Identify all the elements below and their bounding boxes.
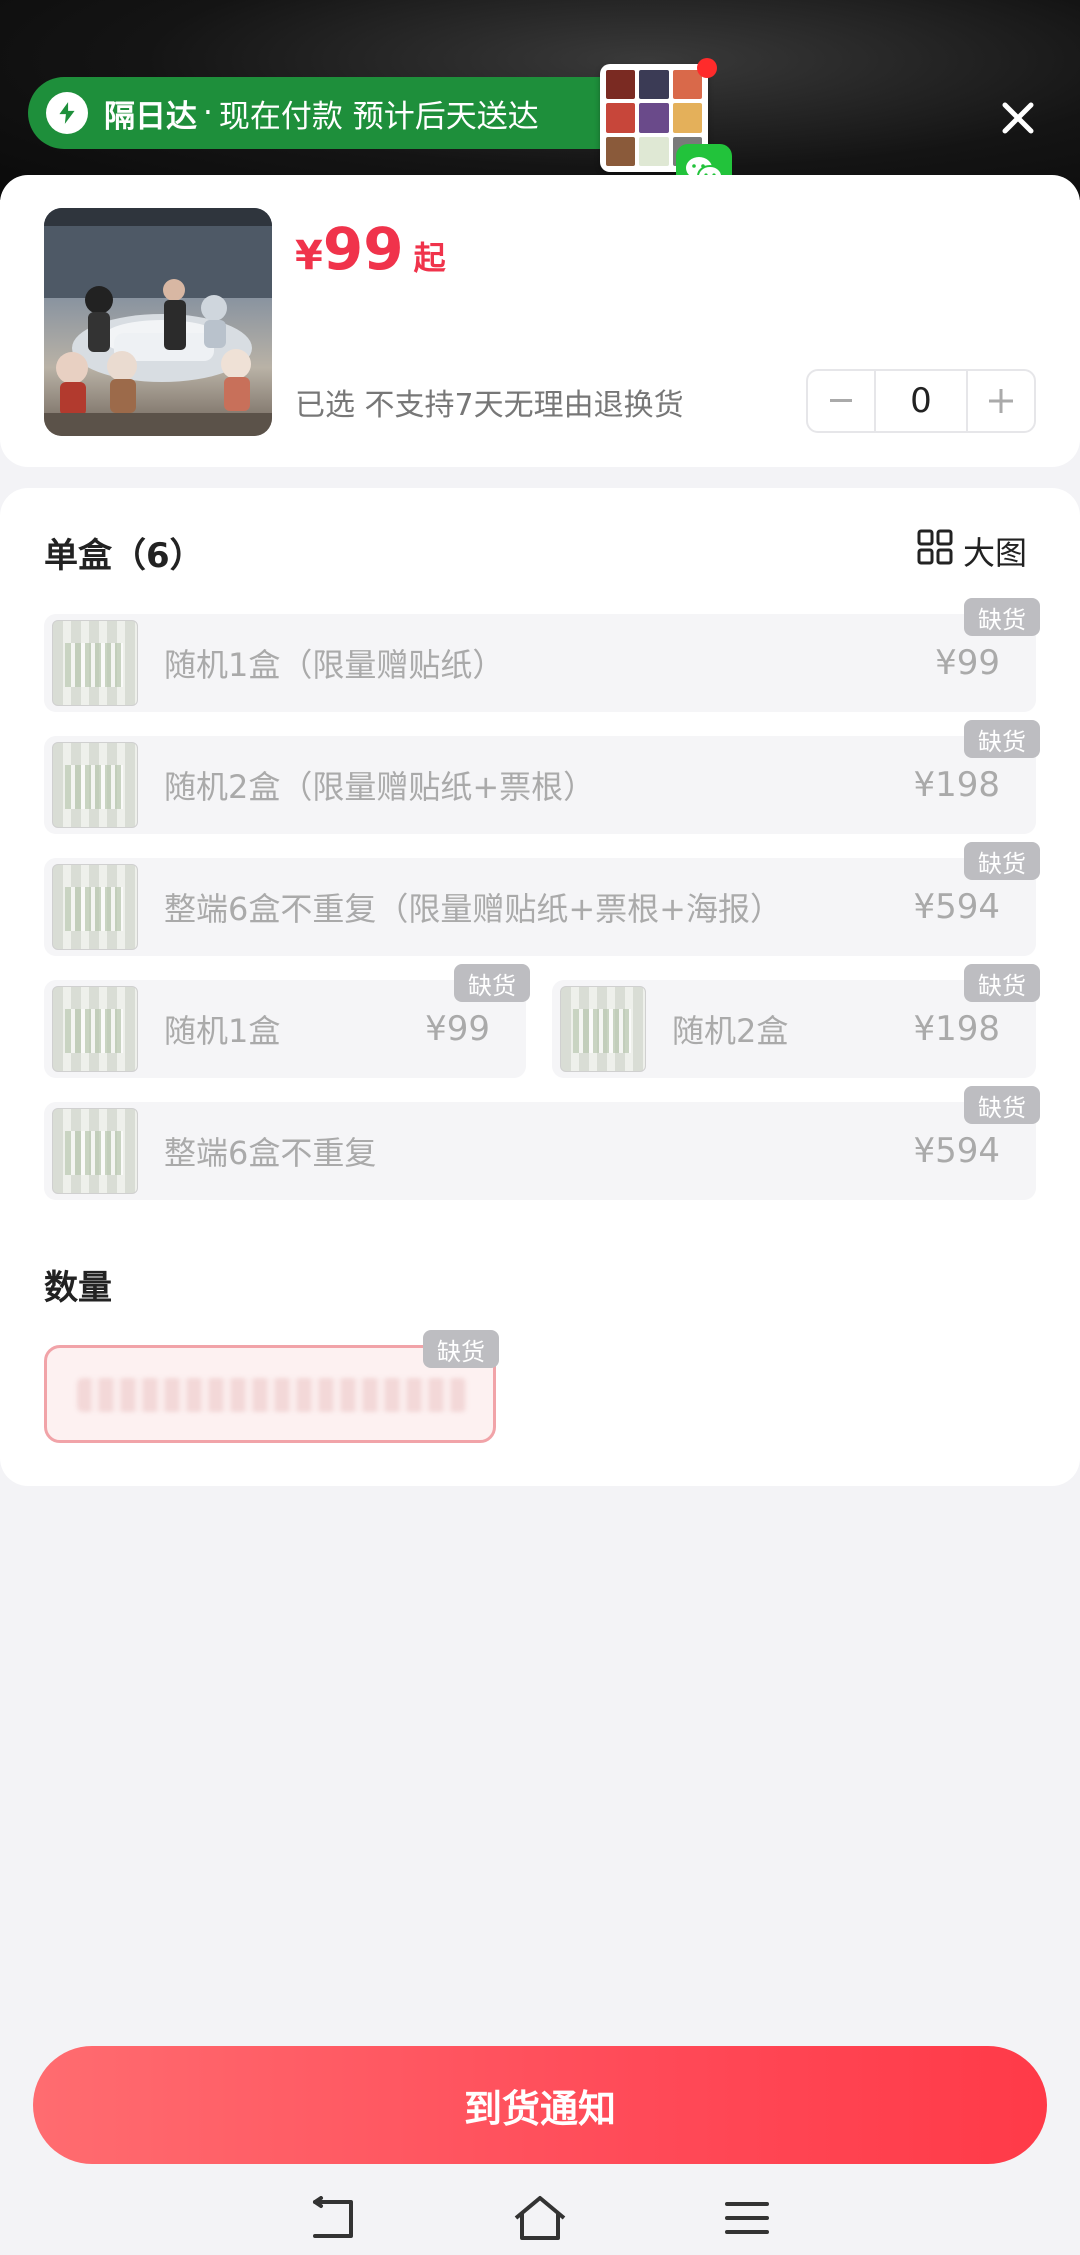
price-suffix: 起: [413, 239, 446, 277]
selected-summary: 已选 不支持7天无理由退换货: [295, 388, 684, 423]
delivery-banner: 隔日达 · 现在付款 预计后天送达: [28, 77, 668, 149]
quantity-stepper: 0: [806, 369, 1036, 433]
option-price: ¥198: [913, 1009, 1000, 1049]
out-of-stock-badge: 缺货: [423, 1330, 499, 1368]
notification-dot: [697, 58, 717, 78]
menu-icon[interactable]: [717, 2188, 777, 2248]
option-thumbnail: [52, 986, 138, 1072]
product-image[interactable]: [44, 208, 272, 436]
big-view-button[interactable]: 大图: [917, 528, 1027, 574]
product-card: ¥ 99 起 已选 不支持7天无理由退换货 0: [0, 175, 1080, 467]
option-price: ¥99: [425, 1009, 490, 1049]
option-thumbnail: [52, 1108, 138, 1194]
option-thumbnail: [52, 864, 138, 950]
option-thumbnail: [52, 742, 138, 828]
out-of-stock-badge: 缺货: [964, 842, 1040, 880]
bolt-icon: [46, 92, 88, 134]
out-of-stock-badge: 缺货: [964, 1086, 1040, 1124]
back-icon[interactable]: [303, 2188, 363, 2248]
option-label: 随机1盒（限量赠贴纸）: [164, 646, 505, 684]
option-thumbnail: [52, 620, 138, 706]
minus-icon[interactable]: [808, 371, 874, 431]
product-price: ¥ 99 起: [295, 215, 446, 283]
plus-icon[interactable]: [968, 371, 1034, 431]
quantity-value[interactable]: 0: [874, 371, 968, 431]
delivery-text: 现在付款 预计后天送达: [218, 98, 539, 135]
option-thumbnail: [560, 986, 646, 1072]
quantity-option[interactable]: 缺货: [44, 1330, 499, 1443]
system-navbar: [0, 2180, 1080, 2255]
out-of-stock-badge: 缺货: [964, 598, 1040, 636]
blurred-option-text: [77, 1378, 467, 1412]
delivery-brand: 隔日达: [104, 98, 197, 135]
option-item[interactable]: 随机1盒（限量赠贴纸） ¥99 缺货: [44, 598, 1040, 712]
out-of-stock-badge: 缺货: [964, 964, 1040, 1002]
options-card: 单盒（6） 大图 随机1盒（限量赠贴纸） ¥99 缺货 随机2盒（限量赠贴纸+票…: [0, 488, 1080, 1486]
option-price: ¥99: [935, 643, 1000, 683]
option-label: 随机2盒: [672, 1012, 789, 1050]
option-item[interactable]: 整端6盒不重复（限量赠贴纸+票根+海报） ¥594 缺货: [44, 842, 1040, 956]
option-label: 整端6盒不重复（限量赠贴纸+票根+海报）: [164, 890, 782, 928]
option-item[interactable]: 随机2盒 ¥198 缺货: [552, 964, 1040, 1078]
big-view-label: 大图: [963, 534, 1028, 572]
single-box-title: 单盒（6）: [44, 536, 204, 576]
price-value: 99: [322, 215, 404, 283]
delivery-separator: ·: [203, 95, 213, 131]
option-price: ¥594: [913, 1131, 1000, 1171]
option-price: ¥594: [913, 887, 1000, 927]
quantity-title: 数量: [44, 1268, 112, 1308]
option-price: ¥198: [913, 765, 1000, 805]
out-of-stock-badge: 缺货: [964, 720, 1040, 758]
close-icon[interactable]: [990, 90, 1046, 146]
out-of-stock-badge: 缺货: [454, 964, 530, 1002]
price-currency: ¥: [295, 233, 323, 279]
option-item[interactable]: 整端6盒不重复 ¥594 缺货: [44, 1086, 1040, 1200]
option-item[interactable]: 随机2盒（限量赠贴纸+票根） ¥198 缺货: [44, 720, 1040, 834]
option-label: 整端6盒不重复: [164, 1134, 377, 1172]
home-icon[interactable]: [510, 2188, 570, 2248]
grid-icon: [917, 529, 953, 573]
option-label: 随机1盒: [164, 1012, 281, 1050]
notify-button[interactable]: 到货通知: [33, 2046, 1047, 2164]
option-item[interactable]: 随机1盒 ¥99 缺货: [44, 964, 530, 1078]
option-label: 随机2盒（限量赠贴纸+票根）: [164, 768, 596, 806]
